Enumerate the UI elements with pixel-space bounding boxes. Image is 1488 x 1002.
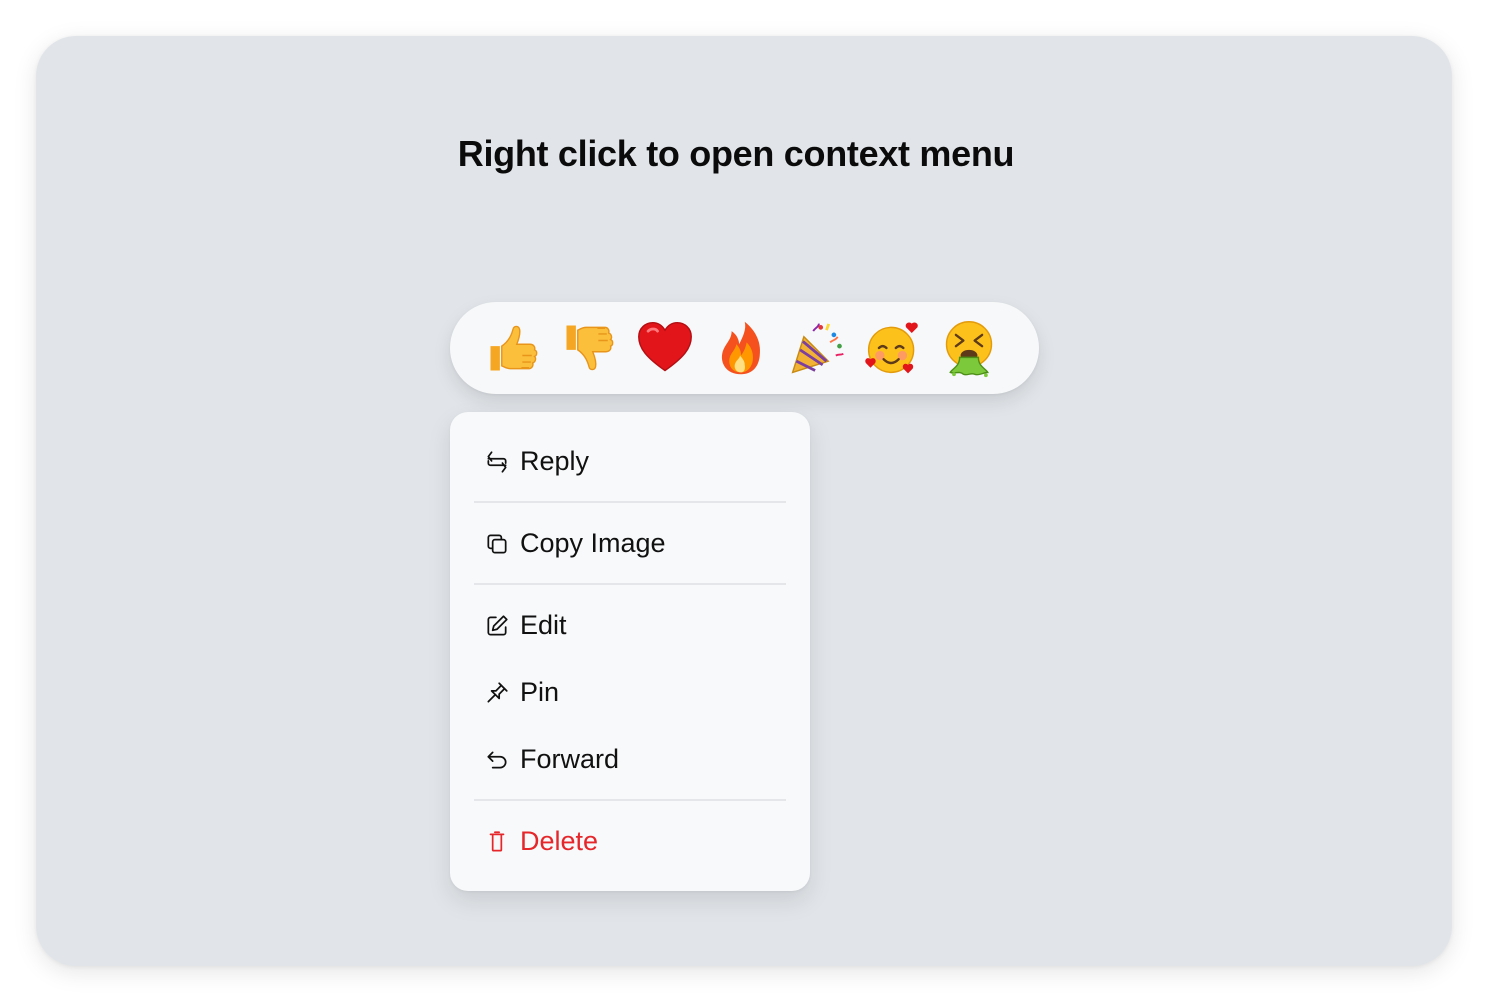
menu-item-pin[interactable]: Pin xyxy=(474,659,786,726)
app-frame: Right click to open context menu Reply C… xyxy=(36,36,1452,966)
party-popper-emoji[interactable] xyxy=(786,317,848,379)
menu-item-reply-label: Reply xyxy=(520,446,590,476)
menu-item-delete-label: Delete xyxy=(520,826,599,856)
menu-divider xyxy=(474,501,786,503)
red-heart-emoji[interactable] xyxy=(634,317,696,379)
thumbs-up-emoji[interactable] xyxy=(482,317,544,379)
menu-item-delete[interactable]: Delete xyxy=(474,808,786,875)
menu-item-edit-label: Edit xyxy=(520,610,567,640)
fire-emoji[interactable] xyxy=(710,317,772,379)
edit-icon xyxy=(484,613,510,639)
reply-icon xyxy=(484,449,510,475)
menu-item-forward-label: Forward xyxy=(520,744,620,774)
page-title: Right click to open context menu xyxy=(457,133,1015,174)
menu-item-copy-image-label: Copy Image xyxy=(520,528,666,558)
pin-icon xyxy=(484,680,510,706)
menu-divider xyxy=(474,583,786,585)
menu-item-edit[interactable]: Edit xyxy=(474,592,786,659)
trash-icon xyxy=(484,829,510,855)
copy-icon xyxy=(484,531,510,557)
reaction-bar xyxy=(450,302,1039,394)
menu-item-pin-label: Pin xyxy=(520,677,560,707)
thumbs-down-emoji[interactable] xyxy=(558,317,620,379)
smiling-face-with-hearts-emoji[interactable] xyxy=(862,317,924,379)
forward-icon xyxy=(484,747,510,773)
menu-divider xyxy=(474,799,786,801)
menu-item-reply[interactable]: Reply xyxy=(474,428,786,495)
face-vomiting-emoji[interactable] xyxy=(938,317,1000,379)
menu-item-copy-image[interactable]: Copy Image xyxy=(474,510,786,577)
menu-item-forward[interactable]: Forward xyxy=(474,726,786,793)
context-menu: Reply Copy Image Edit Pin Forward Delete xyxy=(450,412,810,891)
